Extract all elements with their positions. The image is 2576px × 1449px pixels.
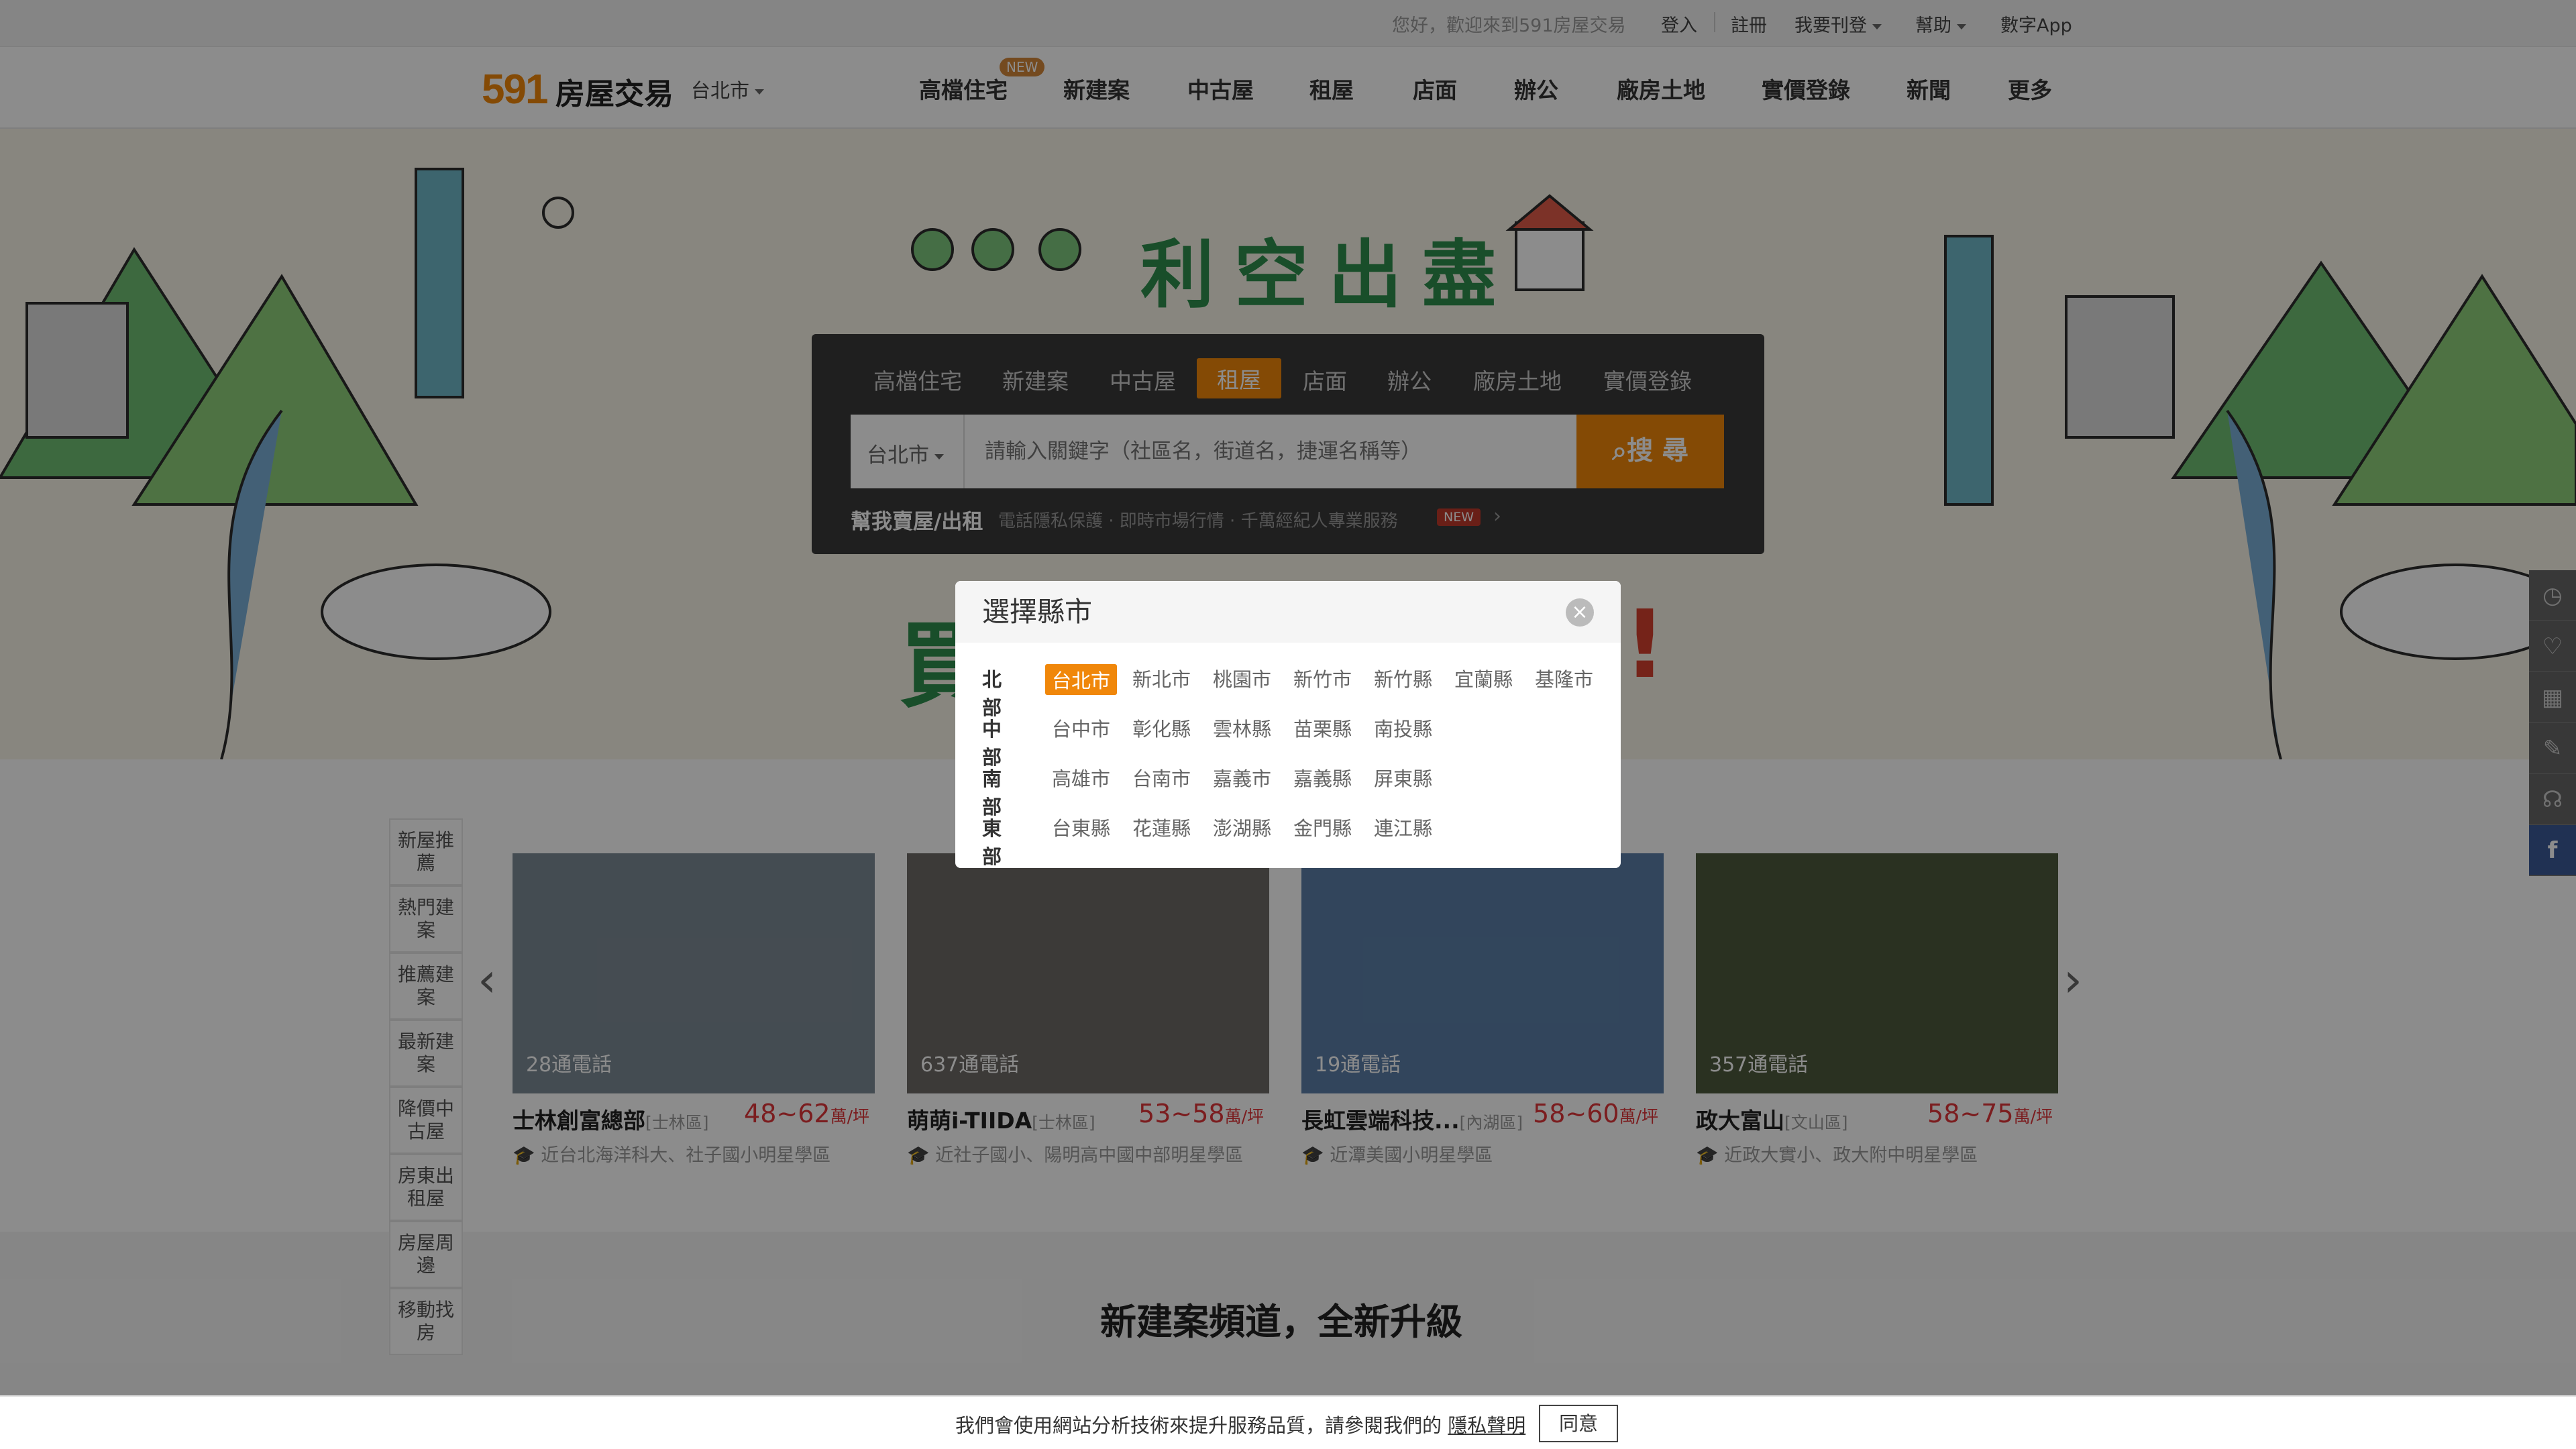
city-option[interactable]: 南投縣 — [1374, 714, 1432, 742]
city-option[interactable]: 連江縣 — [1374, 813, 1432, 841]
city-option[interactable]: 屏東縣 — [1374, 763, 1432, 792]
city-option[interactable]: 台東縣 — [1052, 813, 1110, 841]
city-option[interactable]: 宜蘭縣 — [1454, 664, 1513, 692]
region-label: 中部 — [982, 718, 1002, 769]
modal-title: 選擇縣市 — [982, 596, 1092, 628]
city-option[interactable]: 澎湖縣 — [1213, 813, 1271, 841]
close-icon[interactable]: × — [1566, 598, 1594, 627]
city-option[interactable]: 彰化縣 — [1132, 714, 1191, 742]
city-option[interactable]: 嘉義縣 — [1293, 763, 1352, 792]
city-option[interactable]: 台南市 — [1132, 763, 1191, 792]
city-option[interactable]: 高雄市 — [1052, 763, 1110, 792]
city-option[interactable]: 金門縣 — [1293, 813, 1352, 841]
privacy-link[interactable]: 隱私聲明 — [1448, 1414, 1525, 1437]
city-option[interactable]: 桃園市 — [1213, 664, 1271, 692]
region-label: 南部 — [982, 767, 1002, 818]
city-option-selected[interactable]: 台北市 — [1045, 664, 1118, 695]
cookie-bar: 我們會使用網站分析技術來提升服務品質，請參閱我們的 隱私聲明 同意 — [0, 1395, 2576, 1449]
city-option[interactable]: 新北市 — [1132, 664, 1191, 692]
modal-header: 選擇縣市 — [955, 581, 1621, 643]
agree-button[interactable]: 同意 — [1539, 1405, 1618, 1442]
region-label: 東部 — [982, 817, 1002, 868]
city-option[interactable]: 新竹市 — [1293, 664, 1352, 692]
city-option[interactable]: 台中市 — [1052, 714, 1110, 742]
cookie-notice: 我們會使用網站分析技術來提升服務品質，請參閱我們的 隱私聲明 — [955, 1410, 1525, 1438]
city-option[interactable]: 嘉義市 — [1213, 763, 1271, 792]
city-select-modal: 選擇縣市 × 北部 台北市 新北市 桃園市 新竹市 新竹縣 宜蘭縣 基隆市 中部… — [955, 581, 1621, 868]
city-option[interactable]: 苗栗縣 — [1293, 714, 1352, 742]
city-option[interactable]: 雲林縣 — [1213, 714, 1271, 742]
cookie-notice-text: 我們會使用網站分析技術來提升服務品質，請參閱我們的 — [955, 1414, 1442, 1437]
region-label: 北部 — [982, 668, 1002, 719]
city-option[interactable]: 花蓮縣 — [1132, 813, 1191, 841]
city-option[interactable]: 新竹縣 — [1374, 664, 1432, 692]
city-option[interactable]: 基隆市 — [1535, 664, 1593, 692]
